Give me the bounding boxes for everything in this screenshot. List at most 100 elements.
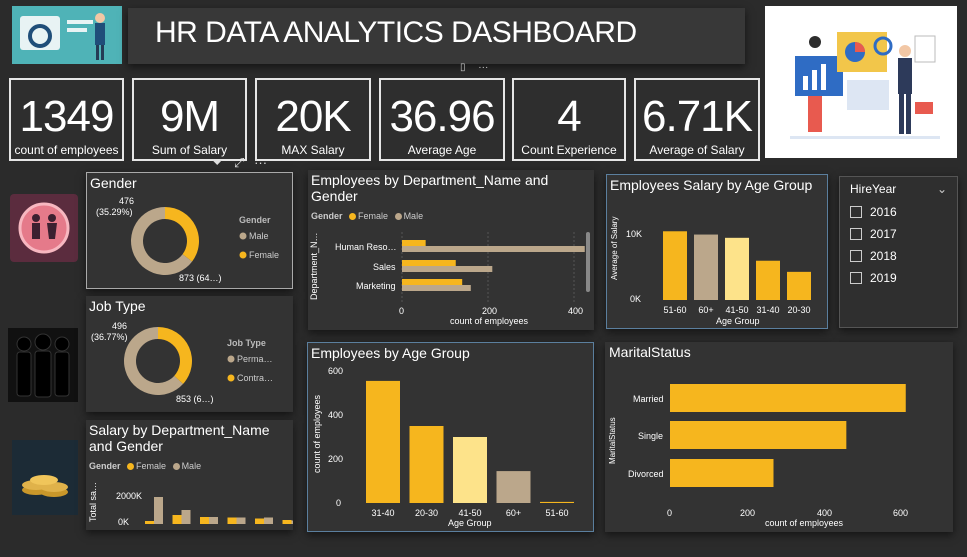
tick-label: 400 [817, 508, 832, 518]
kpi-value: 9M [159, 92, 220, 141]
more-options-icon[interactable]: ··· [478, 62, 488, 73]
tick-label: 200 [328, 454, 343, 464]
bar [694, 234, 718, 300]
bar-male [402, 246, 585, 252]
tick-label: 0 [336, 498, 341, 508]
kpi-value: 4 [557, 92, 581, 141]
jobtype-donut-panel[interactable]: Job Type 496 (36.77%) 853 (6…) Job Type … [86, 296, 293, 412]
salary-dept-panel[interactable]: Salary by Department_Name and Gender Gen… [86, 420, 293, 530]
bar-male [264, 517, 273, 524]
bar-female [172, 515, 182, 524]
donut-slice [158, 327, 192, 384]
slicer-item-2018[interactable]: 2018 [850, 245, 957, 267]
kpi-value: 36.96 [389, 92, 495, 141]
slicer-header[interactable]: HireYear ⌄ [840, 177, 957, 201]
bar [670, 421, 847, 449]
kpi-count-experience[interactable]: 4 Count Experience [512, 78, 626, 161]
drag-handle-icon[interactable]: ▯ [460, 62, 466, 73]
tick-label: 400 [568, 306, 583, 316]
scrollbar[interactable] [586, 232, 590, 292]
filter-icon[interactable]: ⏷ [212, 155, 222, 170]
visual-options[interactable]: ▯ ··· [460, 62, 500, 74]
tick-label: 600 [328, 366, 343, 376]
category-label: Divorced [628, 469, 664, 479]
gender-donut [131, 207, 199, 275]
bar-male [402, 266, 493, 272]
kpi-label: Count Experience [521, 143, 617, 157]
tick-label: 60+ [698, 305, 713, 315]
marital-panel[interactable]: MaritalStatus MaritalStatus Married Sing… [605, 342, 953, 532]
header-illustration [12, 6, 122, 64]
tick-label: 10K [626, 229, 642, 239]
bar-female [255, 518, 264, 524]
checkbox[interactable] [850, 272, 862, 284]
visual-header-icons[interactable]: ⏷ ⤢ ··· [212, 155, 292, 171]
tick-label: 2000K [116, 491, 142, 501]
tick-label: 41-50 [458, 508, 481, 518]
axis-label: MaritalStatus [608, 417, 617, 464]
tick-label: 200 [482, 306, 497, 316]
tick-label: 0K [118, 517, 129, 527]
legend-dot-male [239, 232, 247, 240]
donut-slice [165, 207, 199, 262]
data-label: 873 (64…) [179, 273, 222, 283]
bar-male [291, 520, 293, 524]
bar [787, 271, 811, 300]
kpi-label: Average Age [407, 143, 477, 157]
bar [496, 471, 531, 503]
kpi-value: 1349 [19, 92, 115, 141]
axis-label: count of employees [765, 518, 844, 528]
bar [725, 237, 749, 300]
axis-label: Total sa… [88, 482, 98, 522]
bar-male [181, 510, 191, 524]
category-label: Married [633, 394, 664, 404]
bar [453, 437, 487, 503]
slicer-item-label: 2018 [870, 249, 897, 263]
bar [409, 426, 444, 503]
gender-donut-panel[interactable]: Gender 476 (35.29%) 873 (64…) Gender Mal… [86, 172, 293, 289]
bar-male [402, 285, 471, 291]
tick-label: 20-30 [787, 305, 810, 315]
bar [540, 501, 574, 503]
bar [670, 384, 906, 412]
tick-label: 51-60 [663, 305, 686, 315]
kpi-average-salary[interactable]: 6.71K Average of Salary [634, 78, 760, 161]
bar-male [209, 517, 218, 524]
slicer-item-label: 2017 [870, 227, 897, 241]
bar-female [227, 517, 237, 524]
slicer-item-label: 2016 [870, 205, 897, 219]
focus-mode-icon[interactable]: ⤢ [234, 155, 244, 170]
tick-label: 60+ [506, 508, 521, 518]
kpi-average-age[interactable]: 36.96 Average Age [379, 78, 505, 161]
data-label: 496 [112, 321, 127, 331]
chevron-down-icon[interactable]: ⌄ [937, 182, 947, 196]
emp-dept-panel[interactable]: Employees by Department_Name and Gender … [308, 170, 594, 330]
bar-male [236, 517, 246, 524]
slicer-title: HireYear [850, 182, 897, 196]
checkbox[interactable] [850, 250, 862, 262]
bar-female [282, 520, 292, 524]
gender-icon [10, 194, 78, 262]
legend-title: Gender [239, 215, 271, 225]
salary-age-panel[interactable]: Employees Salary by Age Group Average of… [606, 174, 828, 329]
kpi-sum-salary[interactable]: 9M Sum of Salary [132, 78, 247, 161]
emp-age-panel[interactable]: Employees by Age Group count of employee… [307, 342, 594, 532]
axis-label: Age Group [448, 518, 492, 528]
checkbox[interactable] [850, 228, 862, 240]
bar [663, 231, 687, 300]
slicer-item-2016[interactable]: 2016 [850, 201, 957, 223]
slicer-item-2017[interactable]: 2017 [850, 223, 957, 245]
checkbox[interactable] [850, 206, 862, 218]
bar [366, 380, 400, 503]
kpi-max-salary[interactable]: 20K MAX Salary [255, 78, 371, 161]
tick-label: 600 [893, 508, 908, 518]
kpi-count-employees[interactable]: 1349 count of employees [9, 78, 124, 161]
slicer-item-2019[interactable]: 2019 [850, 267, 957, 289]
legend-label: Female [249, 250, 279, 260]
more-options-icon[interactable]: ··· [254, 155, 267, 170]
hireyear-slicer[interactable]: HireYear ⌄ 2016 2017 2018 2019 [839, 176, 958, 328]
title-bar: HR DATA ANALYTICS DASHBOARD [128, 8, 745, 64]
bar [756, 260, 780, 300]
data-label: 853 (6…) [176, 394, 214, 404]
bar-female [145, 521, 154, 524]
